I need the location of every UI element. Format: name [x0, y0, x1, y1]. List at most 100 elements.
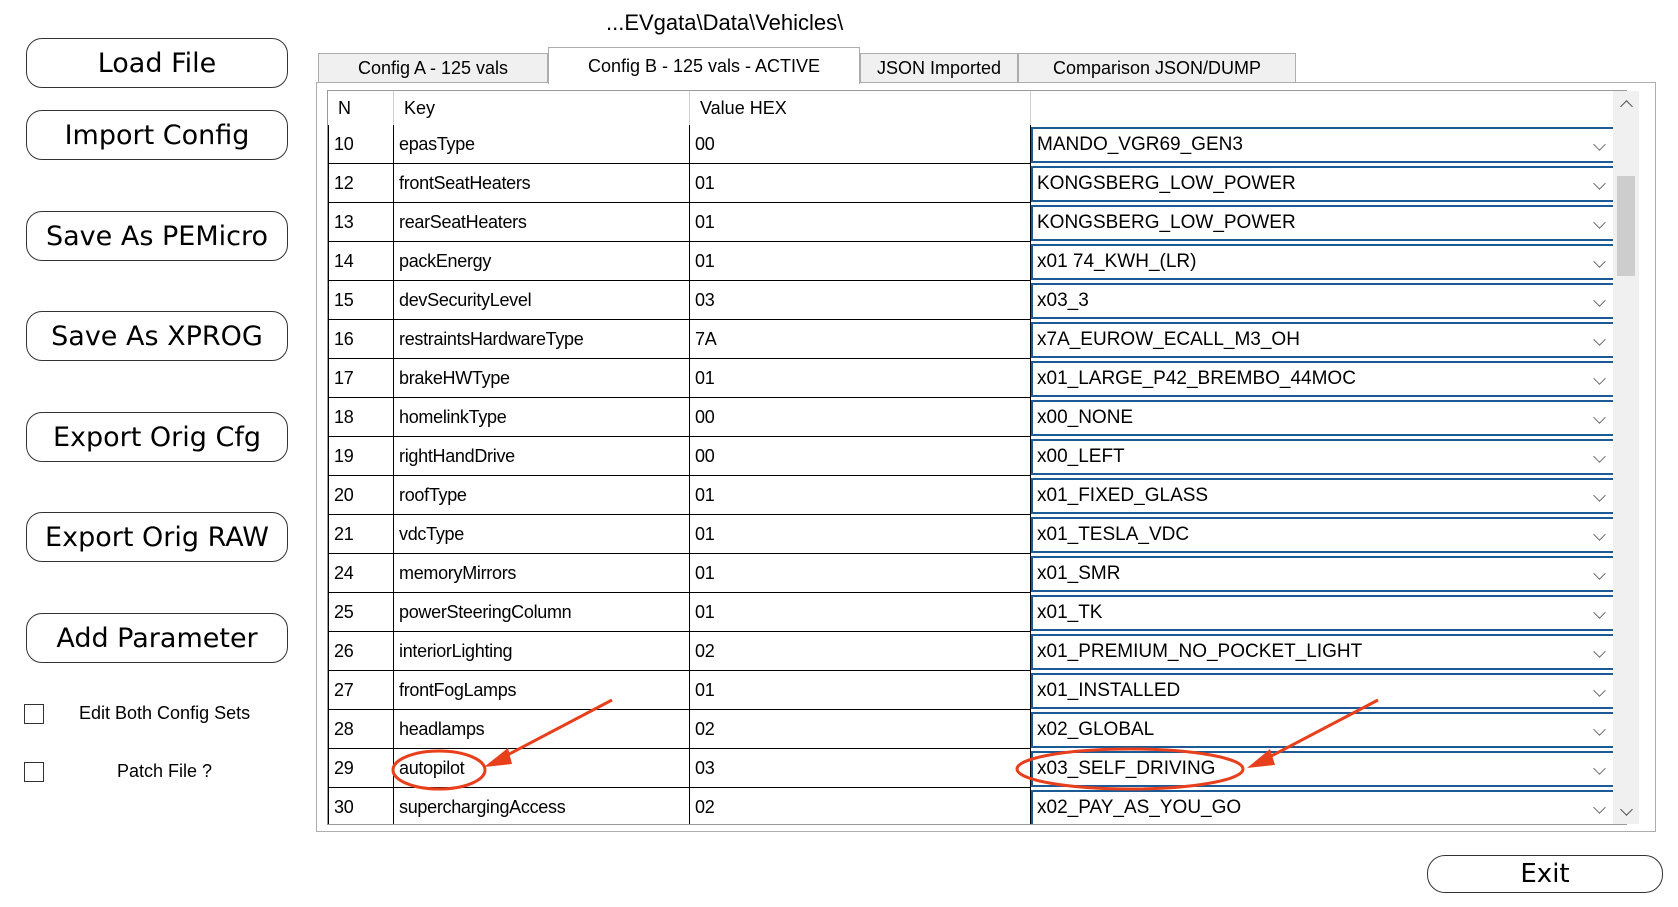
sidebar-button-add-parameter[interactable]: Add Parameter [26, 613, 288, 663]
chevron-down-icon[interactable] [1593, 528, 1606, 541]
row-decoded-select[interactable]: KONGSBERG_LOW_POWER [1031, 205, 1615, 241]
row-decoded-select[interactable]: x03_SELF_DRIVING [1031, 751, 1615, 787]
row-key[interactable]: brakeHWType [394, 359, 690, 398]
table-row[interactable]: 30 superchargingAccess 02 x02_PAY_AS_YOU_GO [328, 788, 1618, 824]
header-decoded[interactable] [1031, 91, 1586, 125]
chevron-down-icon[interactable] [1593, 255, 1606, 268]
row-decoded-select[interactable]: x01_PREMIUM_NO_POCKET_LIGHT [1031, 634, 1615, 670]
row-key[interactable]: restraintsHardwareType [394, 320, 690, 359]
table-row[interactable]: 27 frontFogLamps 01 x01_INSTALLED [328, 671, 1618, 710]
row-key[interactable]: devSecurityLevel [394, 281, 690, 320]
row-value-hex[interactable]: 01 [690, 359, 1031, 398]
row-value-hex[interactable]: 02 [690, 710, 1031, 749]
patch-file-checkbox[interactable] [24, 762, 44, 782]
row-value-hex[interactable]: 01 [690, 593, 1031, 632]
row-decoded-select[interactable]: x00_NONE [1031, 400, 1615, 436]
row-decoded-select[interactable]: KONGSBERG_LOW_POWER [1031, 166, 1615, 202]
chevron-down-icon[interactable] [1593, 216, 1606, 229]
row-value-hex[interactable]: 01 [690, 554, 1031, 593]
tab-json-imported[interactable]: JSON Imported [860, 53, 1018, 83]
exit-button[interactable]: Exit [1427, 855, 1663, 893]
row-key[interactable]: vdcType [394, 515, 690, 554]
grid-vertical-scrollbar[interactable] [1613, 91, 1639, 824]
chevron-down-icon[interactable] [1593, 645, 1606, 658]
chevron-down-icon[interactable] [1593, 684, 1606, 697]
table-row[interactable]: 15 devSecurityLevel 03 x03_3 [328, 281, 1618, 320]
table-row[interactable]: 19 rightHandDrive 00 x00_LEFT [328, 437, 1618, 476]
table-row[interactable]: 13 rearSeatHeaters 01 KONGSBERG_LOW_POWER [328, 203, 1618, 242]
row-value-hex[interactable]: 02 [690, 788, 1031, 824]
edit-both-config-sets-checkbox[interactable] [24, 704, 44, 724]
row-decoded-select[interactable]: x03_3 [1031, 283, 1615, 319]
table-row[interactable]: 25 powerSteeringColumn 01 x01_TK [328, 593, 1618, 632]
row-value-hex[interactable]: 03 [690, 749, 1031, 788]
row-key[interactable]: autopilot [394, 749, 690, 788]
tab-config-b-125-vals-active[interactable]: Config B - 125 vals - ACTIVE [548, 47, 860, 84]
sidebar-button-import-config[interactable]: Import Config [26, 110, 288, 160]
row-value-hex[interactable]: 03 [690, 281, 1031, 320]
row-value-hex[interactable]: 02 [690, 632, 1031, 671]
table-row[interactable]: 12 frontSeatHeaters 01 KONGSBERG_LOW_POWER [328, 164, 1618, 203]
row-decoded-select[interactable]: x01_FIXED_GLASS [1031, 478, 1615, 514]
table-row[interactable]: 18 homelinkType 00 x00_NONE [328, 398, 1618, 437]
row-decoded-select[interactable]: x01_TESLA_VDC [1031, 517, 1615, 553]
table-row[interactable]: 14 packEnergy 01 x01 74_KWH_(LR) [328, 242, 1618, 281]
chevron-down-icon[interactable] [1593, 567, 1606, 580]
row-value-hex[interactable]: 01 [690, 164, 1031, 203]
row-key[interactable]: rightHandDrive [394, 437, 690, 476]
row-key[interactable]: frontFogLamps [394, 671, 690, 710]
table-row[interactable]: 20 roofType 01 x01_FIXED_GLASS [328, 476, 1618, 515]
row-value-hex[interactable]: 01 [690, 476, 1031, 515]
table-row[interactable]: 29 autopilot 03 x03_SELF_DRIVING [328, 749, 1618, 788]
header-key[interactable]: Key [394, 91, 690, 125]
sidebar-button-export-orig-raw[interactable]: Export Orig RAW [26, 512, 288, 562]
row-decoded-select[interactable]: x01_INSTALLED [1031, 673, 1615, 709]
row-key[interactable]: epasType [394, 125, 690, 164]
row-key[interactable]: interiorLighting [394, 632, 690, 671]
row-key[interactable]: superchargingAccess [394, 788, 690, 824]
row-decoded-select[interactable]: x02_PAY_AS_YOU_GO [1031, 790, 1615, 824]
table-row[interactable]: 26 interiorLighting 02 x01_PREMIUM_NO_POCKE… [328, 632, 1618, 671]
table-row[interactable]: 10 epasType 00 MANDO_VGR69_GEN3 [328, 125, 1618, 164]
row-value-hex[interactable]: 01 [690, 515, 1031, 554]
chevron-down-icon[interactable] [1593, 489, 1606, 502]
scroll-thumb[interactable] [1617, 176, 1635, 276]
chevron-down-icon[interactable] [1593, 762, 1606, 775]
row-key[interactable]: powerSteeringColumn [394, 593, 690, 632]
row-decoded-select[interactable]: MANDO_VGR69_GEN3 [1031, 127, 1615, 163]
chevron-down-icon[interactable] [1593, 138, 1606, 151]
chevron-down-icon[interactable] [1593, 411, 1606, 424]
sidebar-button-export-orig-cfg[interactable]: Export Orig Cfg [26, 412, 288, 462]
tab-comparison-json-dump[interactable]: Comparison JSON/DUMP [1018, 53, 1296, 83]
sidebar-button-load-file[interactable]: Load File [26, 38, 288, 88]
row-decoded-select[interactable]: x01_LARGE_P42_BREMBO_44MOC [1031, 361, 1615, 397]
row-value-hex[interactable]: 00 [690, 398, 1031, 437]
row-key[interactable]: headlamps [394, 710, 690, 749]
header-value-hex[interactable]: Value HEX [690, 91, 1031, 125]
row-key[interactable]: memoryMirrors [394, 554, 690, 593]
row-value-hex[interactable]: 01 [690, 671, 1031, 710]
row-decoded-select[interactable]: x01_SMR [1031, 556, 1615, 592]
row-key[interactable]: packEnergy [394, 242, 690, 281]
chevron-down-icon[interactable] [1593, 450, 1606, 463]
row-value-hex[interactable]: 00 [690, 125, 1031, 164]
sidebar-button-save-as-xprog[interactable]: Save As XPROG [26, 311, 288, 361]
row-decoded-select[interactable]: x00_LEFT [1031, 439, 1615, 475]
row-key[interactable]: frontSeatHeaters [394, 164, 690, 203]
chevron-down-icon[interactable] [1593, 606, 1606, 619]
header-n[interactable]: N [328, 91, 394, 125]
table-row[interactable]: 17 brakeHWType 01 x01_LARGE_P42_BREMBO_44MO… [328, 359, 1618, 398]
row-value-hex[interactable]: 00 [690, 437, 1031, 476]
row-decoded-select[interactable]: x01 74_KWH_(LR) [1031, 244, 1615, 280]
chevron-down-icon[interactable] [1593, 177, 1606, 190]
table-row[interactable]: 28 headlamps 02 x02_GLOBAL [328, 710, 1618, 749]
row-decoded-select[interactable]: x02_GLOBAL [1031, 712, 1615, 748]
table-row[interactable]: 24 memoryMirrors 01 x01_SMR [328, 554, 1618, 593]
table-row[interactable]: 16 restraintsHardwareType 7A x7A_EUROW_ECAL… [328, 320, 1618, 359]
row-key[interactable]: rearSeatHeaters [394, 203, 690, 242]
scroll-up-icon[interactable] [1613, 91, 1639, 117]
scroll-down-icon[interactable] [1613, 798, 1639, 824]
chevron-down-icon[interactable] [1593, 801, 1606, 814]
chevron-down-icon[interactable] [1593, 372, 1606, 385]
row-key[interactable]: roofType [394, 476, 690, 515]
